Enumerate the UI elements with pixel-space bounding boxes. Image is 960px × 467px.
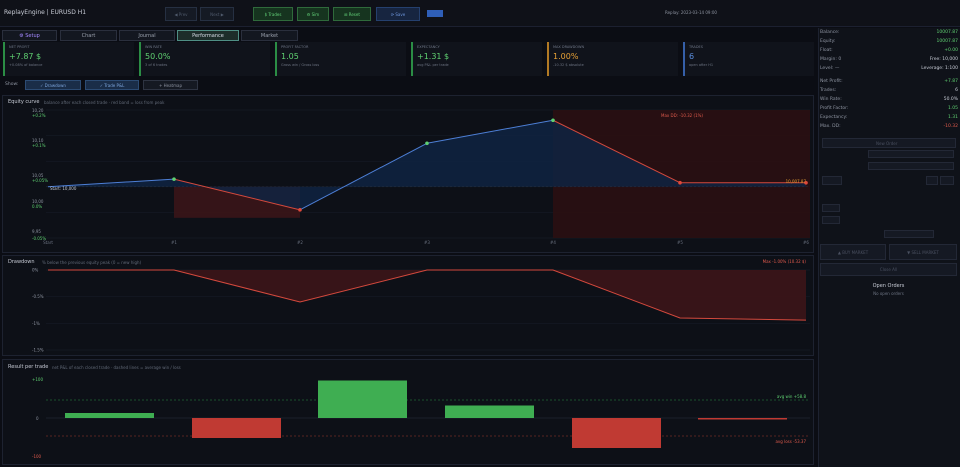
account-label: Float: — [820, 48, 833, 53]
stats-label: Max. DD: — [820, 124, 841, 129]
x-tick-label: #2 — [297, 240, 303, 245]
y-tick-label: +0.1% — [32, 143, 46, 148]
order-title: New Order — [876, 141, 898, 146]
account-label: Level: — — [820, 66, 840, 71]
stats-label: Trades: — [820, 88, 837, 93]
close-all-button[interactable]: Close All — [820, 263, 957, 276]
account-value: Leverage: 1:100 — [921, 66, 958, 71]
start-label: Start: 10,000 — [50, 186, 77, 191]
stats-row: Net Profit: +7.87 — [820, 79, 958, 87]
lot-input[interactable] — [822, 176, 842, 185]
stats-row: Win Rate: 50.0% — [820, 97, 958, 105]
stats-label: Expectancy: — [820, 115, 848, 120]
pnl-tick-label: +100 — [32, 377, 43, 382]
drawdown-fill — [48, 270, 806, 321]
end-label: 10,007.87 — [786, 179, 807, 184]
pnl-tick-label: -100 — [32, 454, 42, 459]
sl-input[interactable] — [822, 204, 840, 212]
stats-label: Win Rate: — [820, 97, 842, 102]
open-orders-empty: No open orders — [873, 291, 904, 296]
account-label: Margin: 0 — [820, 57, 842, 62]
pnl-bar — [318, 380, 407, 418]
account-value: 10007.87 — [936, 39, 958, 44]
lot-max-button[interactable] — [940, 176, 954, 185]
x-tick-label: Start — [43, 240, 53, 245]
pnl-tick-label: 0 — [36, 416, 39, 421]
account-label: Balance: — [820, 30, 840, 35]
sell-label: ▼ SELL MARKET — [907, 249, 939, 255]
stats-row: Trades: 6 — [820, 88, 958, 96]
comment-input[interactable] — [884, 230, 934, 238]
equity-point — [551, 118, 555, 123]
tp-input[interactable] — [822, 216, 840, 224]
account-row: Equity: 10007.87 — [820, 39, 958, 47]
pnl-bar — [698, 418, 787, 420]
buy-button[interactable]: ▲ BUY MARKET — [820, 244, 886, 260]
buy-label: ▲ BUY MARKET — [837, 249, 869, 255]
avg-loss-label: avg loss -53.37 — [775, 439, 806, 444]
dd-tick-label: 0% — [32, 268, 39, 273]
equity-point — [172, 177, 176, 181]
stats-value: -10.32 — [943, 124, 958, 129]
maxdd-label: Max DD: -10.32 (1%) — [661, 113, 703, 118]
pnl-bar — [65, 413, 154, 418]
stats-row: Max. DD: -10.32 — [820, 124, 958, 132]
stats-value: 50.0% — [943, 97, 958, 102]
account-label: Equity: — [820, 39, 836, 44]
charts-canvas: 10,20+0.2%10,10+0.1%10,05+0.05%10,000.0%… — [32, 108, 810, 459]
stats-value: 6 — [955, 88, 958, 93]
y-tick-label: 9,95 — [32, 229, 41, 234]
account-row: Balance: 10007.87 — [820, 30, 958, 38]
close-all-label: Close All — [879, 267, 898, 272]
stats-row: Profit Factor: 1.05 — [820, 106, 958, 114]
pnl-bar — [445, 405, 534, 418]
pnl-bar — [192, 418, 281, 438]
symbol-select[interactable] — [868, 150, 954, 158]
equity-point — [298, 208, 302, 212]
account-value: Free: 10,000 — [929, 57, 958, 62]
dd-max-label: Max -1.00% (10.32 $) — [763, 259, 807, 264]
open-orders-title: Open Orders — [872, 283, 905, 289]
dd-tick-label: -1% — [32, 321, 40, 326]
stats-label: Net Profit: — [820, 79, 843, 84]
equity-point — [678, 180, 682, 185]
dd-tick-label: -1.5% — [32, 348, 44, 353]
account-row: Margin: 0 Free: 10,000 — [820, 57, 958, 65]
x-tick-label: #1 — [171, 240, 177, 245]
stats-row: Expectancy: 1.31 — [820, 115, 958, 123]
x-tick-label: #4 — [550, 240, 556, 245]
type-select[interactable] — [868, 162, 954, 170]
y-tick-label: +0.05% — [32, 178, 48, 183]
x-tick-label: #3 — [424, 240, 430, 245]
account-value: 10007.87 — [936, 30, 958, 35]
sell-button[interactable]: ▼ SELL MARKET — [889, 244, 957, 260]
pnl-bar — [572, 418, 661, 448]
y-tick-label: +0.2% — [32, 113, 46, 118]
equity-point — [425, 141, 429, 146]
account-row: Level: — Leverage: 1:100 — [820, 66, 958, 74]
stats-value: 1.31 — [947, 115, 958, 120]
stats-value: +7.87 — [944, 79, 958, 84]
x-tick-label: #5 — [677, 240, 683, 245]
stats-value: 1.05 — [947, 106, 958, 111]
account-row: Float: +0.00 — [820, 48, 958, 56]
lot-stepper[interactable] — [926, 176, 938, 185]
dd-tick-label: -0.5% — [32, 294, 44, 299]
y-tick-label: 0.0% — [32, 204, 42, 209]
account-value: +0.00 — [944, 48, 958, 53]
avg-win-label: avg win +58.8 — [777, 394, 807, 399]
stats-label: Profit Factor: — [820, 106, 849, 111]
x-tick-label: #6 — [803, 240, 809, 245]
